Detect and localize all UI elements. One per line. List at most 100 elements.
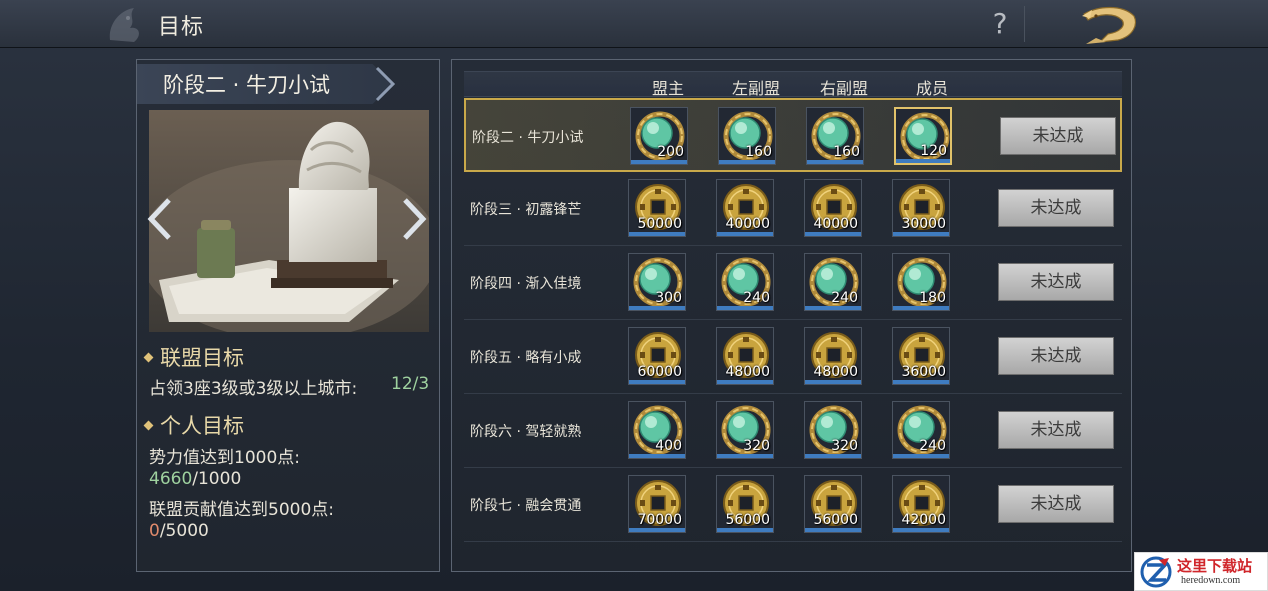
reward-item-coin[interactable]: 70000 xyxy=(628,475,686,533)
reward-quantity-bar xyxy=(629,232,685,236)
personal-goal-heading: 个人目标 xyxy=(141,410,244,440)
reward-quantity: 48000 xyxy=(725,364,770,380)
reward-row[interactable]: 阶段五 · 略有小成 60000 48000 48000 36000 未达成 xyxy=(464,320,1122,394)
reward-row[interactable]: 阶段六 · 驾轻就熟 400 320 320 240 未达成 xyxy=(464,394,1122,468)
reward-quantity-bar xyxy=(629,454,685,458)
prev-stage-arrow-icon[interactable] xyxy=(145,196,175,242)
personal-requirement-1: 势力值达到1000点: xyxy=(149,448,300,468)
reward-item-jade[interactable]: 240 xyxy=(804,253,862,311)
reward-quantity-bar xyxy=(893,380,949,384)
reward-item-jade[interactable]: 160 xyxy=(806,107,864,165)
reward-quantity-bar xyxy=(807,160,863,164)
reward-quantity-bar xyxy=(805,380,861,384)
stage-label: 阶段三 · 初露锋芒 xyxy=(470,202,582,218)
reward-quantity: 240 xyxy=(919,438,946,454)
reward-item-coin[interactable]: 40000 xyxy=(716,179,774,237)
claim-status-button[interactable]: 未达成 xyxy=(998,263,1114,301)
reward-item-coin[interactable]: 56000 xyxy=(804,475,862,533)
stage-label: 阶段五 · 略有小成 xyxy=(470,350,582,366)
reward-quantity: 36000 xyxy=(901,364,946,380)
reward-quantity-bar xyxy=(893,306,949,310)
claim-status-button[interactable]: 未达成 xyxy=(998,485,1114,523)
reward-item-jade[interactable]: 200 xyxy=(630,107,688,165)
reward-quantity: 400 xyxy=(655,438,682,454)
reward-table-header: 盟主 左副盟 右副盟 成员 xyxy=(464,71,1122,98)
reward-item-jade[interactable]: 320 xyxy=(804,401,862,459)
reward-item-coin[interactable]: 60000 xyxy=(628,327,686,385)
reward-quantity-bar xyxy=(719,160,775,164)
back-dragon-icon[interactable] xyxy=(1078,2,1140,46)
reward-quantity-bar xyxy=(717,306,773,310)
personal-progress-2: 0/5000 xyxy=(149,521,209,541)
claim-status-button[interactable]: 未达成 xyxy=(998,189,1114,227)
reward-quantity-bar xyxy=(717,528,773,532)
column-header-left-deputy: 左副盟 xyxy=(731,79,780,98)
top-bar: 目标 ? xyxy=(0,0,1268,48)
reward-item-jade[interactable]: 300 xyxy=(628,253,686,311)
reward-quantity: 30000 xyxy=(901,216,946,232)
reward-quantity-bar xyxy=(717,380,773,384)
reward-quantity: 40000 xyxy=(725,216,770,232)
reward-quantity-bar xyxy=(893,528,949,532)
reward-quantity: 56000 xyxy=(725,512,770,528)
reward-quantity: 180 xyxy=(919,290,946,306)
reward-quantity: 42000 xyxy=(901,512,946,528)
alliance-goal-requirement: 占领3座3级或3级以上城市: xyxy=(149,374,357,399)
reward-item-coin[interactable]: 48000 xyxy=(716,327,774,385)
reward-item-coin[interactable]: 40000 xyxy=(804,179,862,237)
dragon-emblem-icon xyxy=(109,8,139,42)
stage-label: 阶段二 · 牛刀小试 xyxy=(472,130,584,146)
personal-goal-heading-text: 个人目标 xyxy=(160,414,244,438)
stage-label: 阶段六 · 驾轻就熟 xyxy=(470,424,582,440)
reward-item-coin[interactable]: 50000 xyxy=(628,179,686,237)
reward-item-jade[interactable]: 160 xyxy=(718,107,776,165)
reward-item-coin[interactable]: 42000 xyxy=(892,475,950,533)
stage-label: 阶段七 · 融会贯通 xyxy=(470,498,582,514)
reward-quantity: 240 xyxy=(743,290,770,306)
reward-rows[interactable]: 阶段二 · 牛刀小试 200 160 160 120 未达成 阶段三 · 初露锋芒 50000… xyxy=(464,98,1122,562)
help-button[interactable]: ? xyxy=(986,6,1014,42)
watermark-url: heredown.com xyxy=(1181,575,1241,586)
reward-item-jade[interactable]: 240 xyxy=(716,253,774,311)
banner-arrow-icon xyxy=(375,66,396,102)
reward-quantity-bar xyxy=(717,454,773,458)
reward-item-coin[interactable]: 56000 xyxy=(716,475,774,533)
reward-item-coin[interactable]: 30000 xyxy=(892,179,950,237)
reward-quantity-bar xyxy=(631,160,687,164)
reward-item-jade[interactable]: 240 xyxy=(892,401,950,459)
personal-progress-1: 4660/1000 xyxy=(149,469,241,489)
next-stage-arrow-icon[interactable] xyxy=(399,196,429,242)
claim-status-button[interactable]: 未达成 xyxy=(1000,117,1116,155)
reward-item-jade[interactable]: 400 xyxy=(628,401,686,459)
diamond-bullet-icon xyxy=(143,352,154,363)
reward-quantity-bar xyxy=(805,454,861,458)
reward-quantity-bar xyxy=(805,306,861,310)
reward-item-jade[interactable]: 320 xyxy=(716,401,774,459)
reward-row[interactable]: 阶段三 · 初露锋芒 50000 40000 40000 30000 未达成 xyxy=(464,172,1122,246)
reward-quantity: 300 xyxy=(655,290,682,306)
reward-item-coin[interactable]: 48000 xyxy=(804,327,862,385)
reward-quantity: 160 xyxy=(833,144,860,160)
reward-item-coin[interactable]: 36000 xyxy=(892,327,950,385)
alliance-goal-heading-text: 联盟目标 xyxy=(160,346,244,370)
reward-quantity: 320 xyxy=(831,438,858,454)
reward-row[interactable]: 阶段七 · 融会贯通 70000 56000 56000 42000 未达成 xyxy=(464,468,1122,542)
personal-requirement-2: 联盟贡献值达到5000点: xyxy=(149,500,334,520)
stage-title: 阶段二 · 牛刀小试 xyxy=(163,73,331,97)
claim-status-button[interactable]: 未达成 xyxy=(998,337,1114,375)
personal-progress-2-total: /5000 xyxy=(159,521,209,541)
page-title: 目标 xyxy=(158,15,205,40)
reward-quantity: 50000 xyxy=(637,216,682,232)
reward-row[interactable]: 阶段二 · 牛刀小试 200 160 160 120 未达成 xyxy=(464,98,1122,172)
reward-quantity: 240 xyxy=(831,290,858,306)
reward-item-jade[interactable]: 180 xyxy=(892,253,950,311)
diamond-bullet-icon xyxy=(143,420,154,431)
reward-quantity: 320 xyxy=(743,438,770,454)
reward-row[interactable]: 阶段四 · 渐入佳境 300 240 240 180 未达成 xyxy=(464,246,1122,320)
claim-status-button[interactable]: 未达成 xyxy=(998,411,1114,449)
reward-item-jade[interactable]: 120 xyxy=(894,107,952,165)
reward-quantity-bar xyxy=(893,454,949,458)
personal-progress-2-current: 0 xyxy=(149,521,160,541)
reward-quantity-bar xyxy=(896,159,950,163)
reward-quantity-bar xyxy=(629,306,685,310)
